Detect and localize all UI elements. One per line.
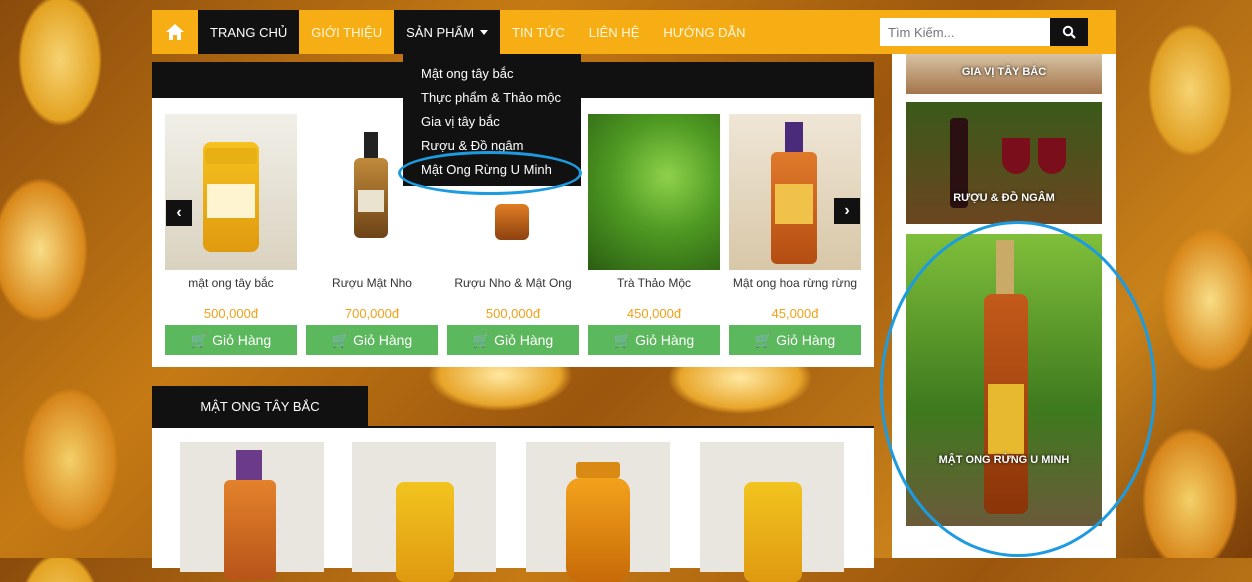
product-image: [588, 114, 720, 270]
dropdown-item-thuc-pham[interactable]: Thực phẩm & Thảo mộc: [403, 86, 581, 110]
nav-tin-tuc[interactable]: TIN TỨC: [500, 10, 577, 54]
product-name: mật ong tây bắc: [188, 276, 274, 290]
product-image[interactable]: [700, 442, 844, 582]
product-card[interactable]: Mật ong hoa rừng rừng 45,000đ 🛒 Giỏ Hàng: [729, 114, 861, 355]
search-icon: [1062, 25, 1076, 39]
section-title[interactable]: MẬT ONG TÂY BẮC: [152, 386, 368, 426]
caret-down-icon: [480, 29, 489, 35]
nav-san-pham-label: SẢN PHẨM: [406, 24, 475, 40]
product-image[interactable]: [180, 442, 324, 580]
product-image: [165, 114, 297, 270]
cart-icon: 🛒: [331, 331, 350, 348]
section-products: [152, 428, 874, 582]
cart-label: Giỏ Hàng: [776, 332, 836, 348]
product-name: Rượu Mật Nho: [332, 276, 412, 290]
highlight-ring-sidebar: [880, 221, 1156, 557]
sidebar-card-label: GIA VỊ TÂY BẮC: [961, 66, 1047, 78]
main-navbar: TRANG CHỦ GIỚI THIỆU SẢN PHẨM TIN TỨC LI…: [152, 10, 1116, 54]
cart-icon: 🛒: [754, 331, 773, 348]
carousel-prev-button[interactable]: ‹: [166, 200, 192, 226]
product-name: Rượu Nho & Mật Ong: [454, 276, 572, 290]
nav-gioi-thieu[interactable]: GIỚI THIỆU: [299, 10, 394, 54]
search-button[interactable]: [1050, 18, 1088, 46]
sidebar-card-label: RƯỢU & ĐỒ NGÂM: [953, 192, 1055, 204]
product-price: 450,000đ: [626, 306, 682, 321]
nav-huong-dan[interactable]: HƯỚNG DẪN: [651, 10, 757, 54]
cart-icon: 🛒: [613, 331, 632, 348]
add-to-cart-button[interactable]: 🛒 Giỏ Hàng: [729, 325, 861, 355]
cart-label: Giỏ Hàng: [353, 332, 413, 348]
highlight-ring-dropdown: [398, 151, 582, 195]
add-to-cart-button[interactable]: 🛒 Giỏ Hàng: [588, 325, 720, 355]
cart-label: Giỏ Hàng: [494, 332, 554, 348]
cart-icon: 🛒: [472, 331, 491, 348]
add-to-cart-button[interactable]: 🛒 Giỏ Hàng: [447, 325, 579, 355]
product-price: 500,000đ: [485, 306, 541, 321]
product-card[interactable]: Trà Thảo Mộc 450,000đ 🛒 Giỏ Hàng: [588, 114, 720, 355]
chevron-left-icon: ‹: [176, 204, 182, 221]
nav-san-pham[interactable]: SẢN PHẨM: [394, 10, 501, 54]
product-price: 45,000đ: [771, 306, 819, 321]
search-box: [880, 18, 1088, 46]
product-name: Trà Thảo Mộc: [616, 276, 692, 290]
product-card[interactable]: mật ong tây bắc 500,000đ 🛒 Giỏ Hàng: [165, 114, 297, 355]
home-button[interactable]: [152, 10, 198, 54]
nav-lien-he[interactable]: LIÊN HỆ: [577, 10, 652, 54]
sidebar-card-ruou[interactable]: RƯỢU & ĐỒ NGÂM: [906, 102, 1102, 224]
sidebar-card-gia-vi[interactable]: GIA VỊ TÂY BẮC: [906, 54, 1102, 94]
product-image[interactable]: [526, 442, 670, 582]
home-icon: [166, 24, 184, 40]
product-price: 500,000đ: [203, 306, 259, 321]
add-to-cart-button[interactable]: 🛒 Giỏ Hàng: [165, 325, 297, 355]
chevron-right-icon: ›: [844, 202, 850, 219]
dropdown-item-gia-vi[interactable]: Gia vị tây bắc: [403, 110, 581, 134]
product-image[interactable]: [352, 442, 496, 582]
add-to-cart-button[interactable]: 🛒 Giỏ Hàng: [306, 325, 438, 355]
nav-trang-chu[interactable]: TRANG CHỦ: [198, 10, 300, 54]
section-header: MẬT ONG TÂY BẮC: [152, 386, 874, 429]
product-image: [729, 114, 861, 270]
product-name: Mật ong hoa rừng rừng: [732, 276, 858, 290]
cart-icon: 🛒: [190, 331, 209, 348]
carousel-next-button[interactable]: ›: [834, 198, 860, 224]
search-input[interactable]: [880, 18, 1050, 46]
dropdown-item-mat-ong-tay-bac[interactable]: Mật ong tây bắc: [403, 62, 581, 86]
product-price: 700,000đ: [344, 306, 400, 321]
cart-label: Giỏ Hàng: [212, 332, 272, 348]
cart-label: Giỏ Hàng: [635, 332, 695, 348]
